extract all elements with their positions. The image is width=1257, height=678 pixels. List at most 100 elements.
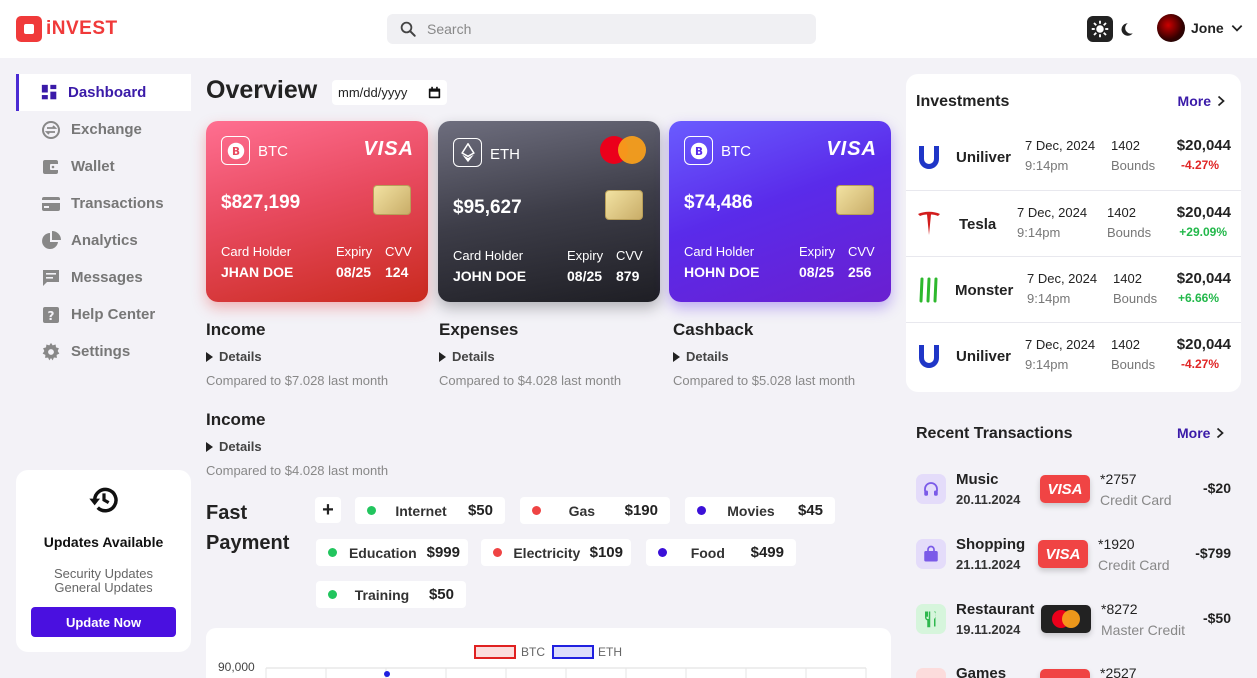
shopping-bag-icon	[916, 539, 946, 569]
recent-transactions-title: Recent Transactions	[916, 425, 1073, 442]
headphones-icon	[916, 474, 946, 504]
message-icon	[43, 269, 59, 286]
status-dot	[328, 590, 337, 599]
investment-name: Monster	[955, 282, 1014, 299]
transaction-name: Restaurant	[956, 601, 1035, 618]
payment-amount: $109	[589, 544, 623, 561]
transaction-date: 20.11.2024	[956, 492, 1021, 507]
tesla-logo-icon	[918, 211, 940, 235]
details-toggle[interactable]: Details	[673, 349, 855, 364]
fast-payment-gas[interactable]: Gas $190	[520, 497, 670, 524]
more-label: More	[1177, 425, 1211, 441]
sidebar-item-analytics[interactable]: Analytics	[16, 222, 191, 259]
card-number: *1920	[1098, 536, 1135, 552]
sidebar-item-settings[interactable]: Settings	[16, 333, 191, 370]
payment-amount: $50	[467, 502, 493, 519]
sidebar-item-help-center[interactable]: ? Help Center	[16, 296, 191, 333]
date-picker[interactable]: mm/dd/yyyy	[332, 80, 447, 105]
transaction-amount: -$799	[1195, 545, 1231, 561]
details-toggle[interactable]: Details	[206, 349, 388, 364]
fast-payment-education[interactable]: Education $999	[316, 539, 468, 566]
fast-payment-food[interactable]: Food $499	[646, 539, 796, 566]
transaction-row[interactable]: Shopping 21.11.2024 VISA *1920 Credit Ca…	[906, 528, 1241, 588]
sidebar-item-dashboard[interactable]: Dashboard	[16, 74, 191, 111]
investment-row[interactable]: Tesla 7 Dec, 2024 9:14pm 1402 Bounds $20…	[906, 190, 1241, 256]
transaction-row[interactable]: Games *2527	[906, 657, 1241, 678]
app-logo[interactable]: iNVEST	[16, 16, 118, 42]
sidebar-item-transactions[interactable]: Transactions	[16, 185, 191, 222]
investment-date: 7 Dec, 2024	[1027, 271, 1098, 286]
update-now-button[interactable]: Update Now	[31, 607, 176, 637]
investment-row[interactable]: Uniliver 7 Dec, 2024 9:14pm 1402 Bounds …	[906, 322, 1241, 388]
btc-card-2[interactable]: B BTC VISA $74,486 Card Holder HOHN DOE …	[669, 121, 891, 302]
eth-card[interactable]: ETH $95,627 Card Holder JOHN DOE Expiry …	[438, 121, 660, 302]
add-payment-button[interactable]: +	[315, 497, 341, 523]
income-stat: Income Details Compared to $7.028 last m…	[206, 320, 388, 388]
payment-amount: $999	[426, 544, 460, 561]
fast-payment-training[interactable]: Training $50	[316, 581, 466, 608]
transaction-row[interactable]: Restaurant 19.11.2024 *8272 Master Credi…	[906, 593, 1241, 653]
transactions-more-link[interactable]: More	[1177, 425, 1226, 441]
payment-amount: $499	[750, 544, 784, 561]
card-coin: BTC	[258, 143, 288, 160]
details-toggle[interactable]: Details	[439, 349, 621, 364]
svg-text:B: B	[231, 145, 239, 157]
payment-label: Movies	[727, 502, 775, 519]
card-type: Master Credit	[1101, 622, 1186, 638]
card-cvv: 124	[385, 264, 409, 280]
status-dot	[328, 548, 337, 557]
stat-title: Cashback	[673, 320, 754, 339]
transaction-name: Shopping	[956, 536, 1026, 553]
stat-compare: Compared to $4.028 last month	[206, 463, 389, 478]
dark-mode-toggle[interactable]	[1117, 16, 1135, 42]
cvv-label: CVV	[848, 244, 875, 259]
legend-btc-swatch	[474, 645, 516, 659]
fast-payment-internet[interactable]: Internet $50	[355, 497, 505, 524]
sidebar-item-messages[interactable]: Messages	[16, 259, 191, 296]
investment-change: -4.27%	[1180, 158, 1219, 172]
investments-panel: Investments More Uniliver 7 Dec, 2024 9:…	[906, 74, 1241, 392]
status-dot	[697, 506, 706, 515]
details-toggle[interactable]: Details	[206, 439, 388, 454]
status-dot	[367, 506, 376, 515]
payment-label: Gas	[568, 502, 596, 519]
card-number: *2527	[1100, 665, 1137, 678]
cvv-label: CVV	[385, 244, 412, 259]
search-input[interactable]	[427, 21, 797, 37]
search-bar[interactable]	[387, 14, 816, 44]
investment-name: Uniliver	[956, 149, 1012, 166]
chevron-right-icon	[1217, 95, 1225, 107]
dashboard-icon	[41, 84, 57, 100]
card-expiry: 08/25	[567, 268, 603, 284]
payment-label: Internet	[395, 502, 447, 519]
mastercard-logo-icon	[600, 136, 646, 164]
visa-logo-icon: VISA	[363, 138, 414, 160]
sidebar-item-exchange[interactable]: Exchange	[16, 111, 191, 148]
investments-title: Investments	[916, 93, 1010, 110]
investment-time: 9:14pm	[1027, 291, 1071, 306]
expenses-stat: Expenses Details Compared to $4.028 last…	[439, 320, 621, 388]
btc-card-1[interactable]: B BTC VISA $827,199 Card Holder JHAN DOE…	[206, 121, 428, 302]
user-menu[interactable]: Jone	[1157, 14, 1244, 42]
sidebar-item-wallet[interactable]: Wallet	[16, 148, 191, 185]
transaction-row[interactable]: Music 20.11.2024 VISA *2757 Credit Card …	[906, 463, 1241, 523]
light-mode-toggle[interactable]	[1087, 16, 1113, 42]
stat-title: Income	[206, 320, 266, 339]
card-holder-label: Card Holder	[453, 248, 524, 263]
payment-label: Electricity	[513, 544, 581, 561]
investment-row[interactable]: Uniliver 7 Dec, 2024 9:14pm 1402 Bounds …	[906, 124, 1241, 190]
card-number: *2757	[1100, 471, 1137, 487]
sidebar-item-label: Wallet	[71, 158, 115, 175]
investment-name: Uniliver	[956, 348, 1012, 365]
price-chart: BTC ETH 90,000	[206, 628, 891, 678]
investments-more-link[interactable]: More	[1178, 93, 1227, 109]
investment-row[interactable]: Monster 7 Dec, 2024 9:14pm 1402 Bounds $…	[906, 256, 1241, 322]
investment-time: 9:14pm	[1025, 357, 1069, 372]
investment-qty: 1402	[1107, 205, 1136, 220]
mastercard-card-icon	[1041, 605, 1091, 633]
investment-price: $20,044	[1176, 270, 1231, 287]
card-chip-icon	[373, 185, 411, 215]
vertical-gridlines	[265, 668, 867, 678]
fast-payment-movies[interactable]: Movies $45	[685, 497, 835, 524]
fast-payment-electricity[interactable]: Electricity $109	[481, 539, 631, 566]
